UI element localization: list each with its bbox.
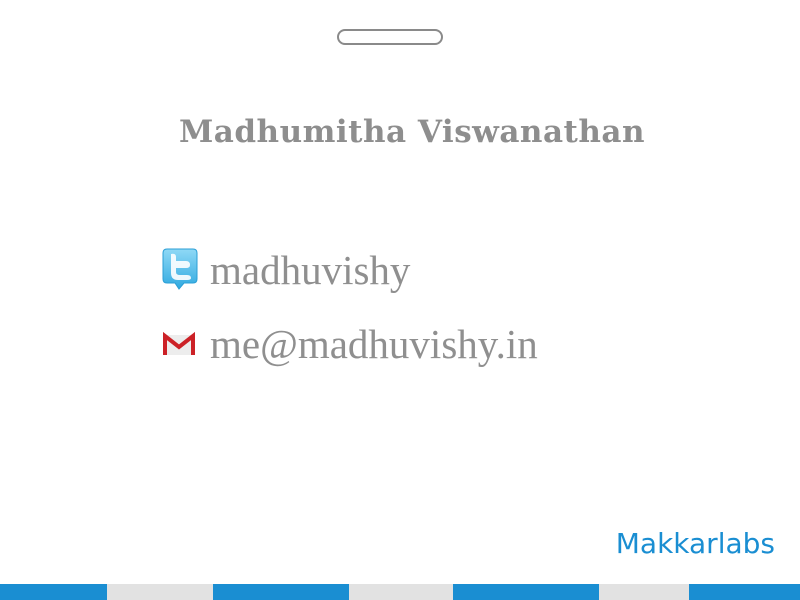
stripe-segment	[0, 584, 107, 600]
stripe-segment	[689, 584, 800, 600]
twitter-row: madhuvishy	[162, 244, 410, 296]
lanyard-slot	[337, 29, 443, 45]
footer-stripe	[0, 584, 800, 600]
email-row: me@madhuvishy.in	[162, 318, 538, 370]
stripe-segment	[107, 584, 213, 600]
twitter-bird-icon	[162, 244, 200, 296]
email-address[interactable]: me@madhuvishy.in	[210, 318, 538, 370]
stripe-segment	[599, 584, 689, 600]
id-card: Madhumitha Viswanathan madhuvishy me@mad…	[0, 0, 800, 600]
person-name: Madhumitha Viswanathan	[178, 114, 646, 150]
stripe-segment	[213, 584, 349, 600]
twitter-handle[interactable]: madhuvishy	[210, 244, 410, 296]
stripe-segment	[453, 584, 599, 600]
brand-logo-text: Makkarlabs	[615, 527, 775, 560]
gmail-icon	[162, 318, 200, 370]
stripe-segment	[349, 584, 453, 600]
